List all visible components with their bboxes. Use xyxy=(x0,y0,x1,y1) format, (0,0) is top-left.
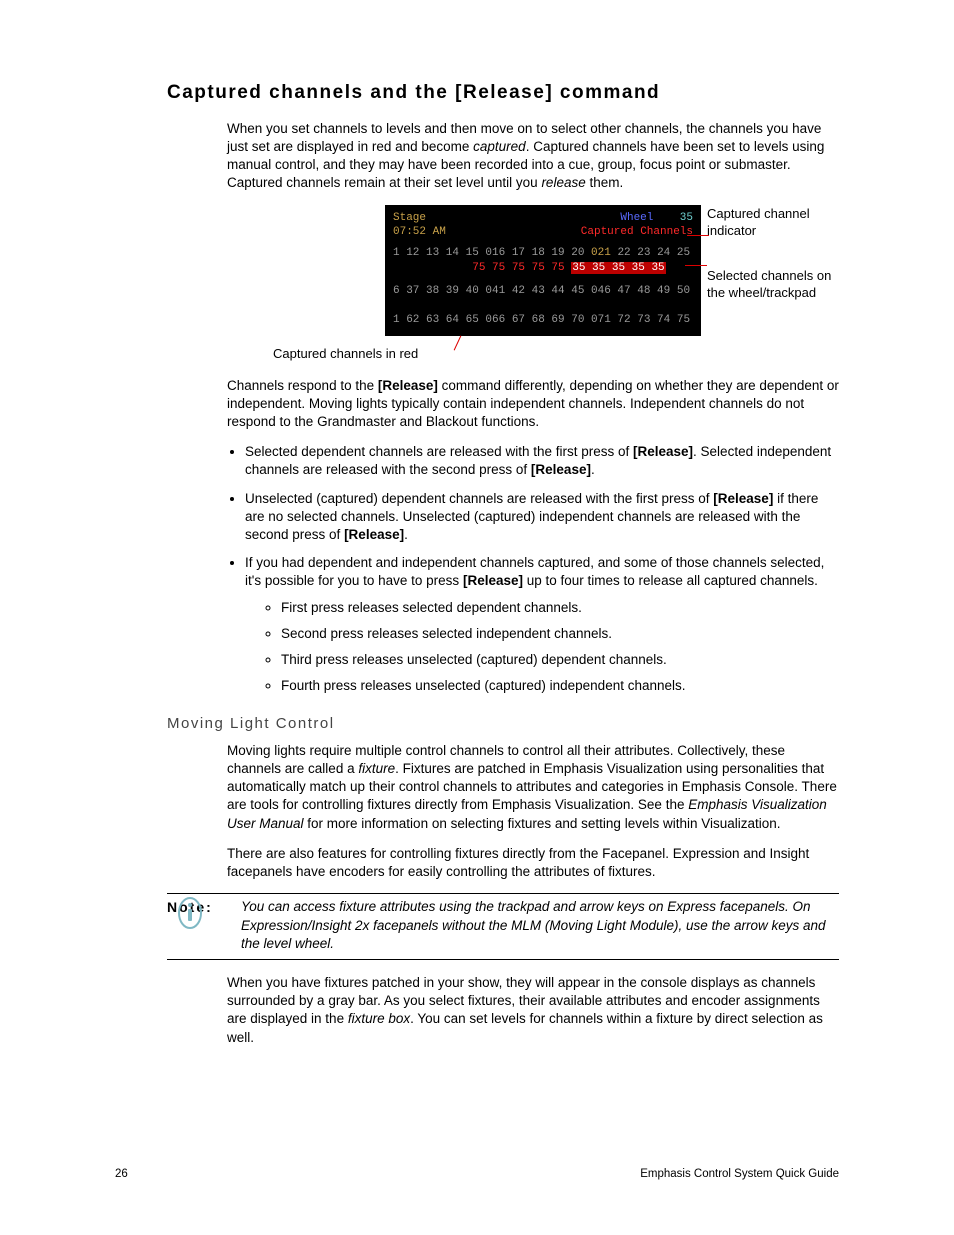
row1-rest: 22 23 24 25 xyxy=(611,247,690,259)
leader-line xyxy=(685,265,707,266)
row1-gold: 021 xyxy=(591,247,611,259)
subsection-heading: Moving Light Control xyxy=(167,714,839,734)
text: Selected dependent channels are released… xyxy=(245,444,633,459)
term-fixture: fixture xyxy=(358,761,395,776)
release-key: [Release] xyxy=(531,462,591,477)
text: Channels respond to the xyxy=(227,378,378,393)
note-rule-bottom xyxy=(167,959,839,960)
row1-nums: 1 12 13 14 15 016 17 18 19 20 xyxy=(393,247,591,259)
note-block: Note: You can access fixture attributes … xyxy=(167,898,839,953)
text: . xyxy=(591,462,595,477)
section-heading: Captured channels and the [Release] comm… xyxy=(167,80,839,106)
list-item: First press releases selected dependent … xyxy=(281,599,839,617)
moving-light-paragraph-2: There are also features for controlling … xyxy=(227,845,839,881)
text: . xyxy=(404,527,408,542)
list-item: Selected dependent channels are released… xyxy=(245,443,839,479)
list-item: Unselected (captured) dependent channels… xyxy=(245,490,839,545)
row1-levels: 75 75 75 75 75 xyxy=(393,262,571,274)
console-figure: Stage 07:52 AM Wheel 35 Captured Channel… xyxy=(227,205,839,365)
release-rules-list: Selected dependent channels are released… xyxy=(227,443,839,695)
row2-nums: 6 37 38 39 40 041 42 43 44 45 046 47 48 … xyxy=(393,284,693,299)
text: Unselected (captured) dependent channels… xyxy=(245,491,713,506)
wheel-value: 35 xyxy=(680,212,693,224)
row3-nums: 1 62 63 64 65 066 67 68 69 70 071 72 73 … xyxy=(393,313,693,328)
leader-line xyxy=(454,335,462,350)
moving-light-paragraph-1: Moving lights require multiple control c… xyxy=(227,742,839,833)
stage-label: Stage xyxy=(393,212,426,224)
row1-highlight: 35 35 35 35 35 xyxy=(571,262,665,274)
info-icon xyxy=(175,893,205,933)
leader-line xyxy=(687,235,709,236)
release-key: [Release] xyxy=(713,491,773,506)
text: for more information on selecting fixtur… xyxy=(304,816,781,831)
text: up to four times to release all captured… xyxy=(523,573,818,588)
callout-captured-indicator: Captured channel indicator xyxy=(707,205,817,240)
footer-title: Emphasis Control System Quick Guide xyxy=(640,1167,839,1183)
press-sequence-list: First press releases selected dependent … xyxy=(263,599,839,696)
callout-selected-channels: Selected channels on the wheel/trackpad xyxy=(707,267,837,302)
list-item: Second press releases selected independe… xyxy=(281,625,839,643)
list-item: If you had dependent and independent cha… xyxy=(245,554,839,695)
wheel-label: Wheel xyxy=(620,212,653,224)
console-screenshot: Stage 07:52 AM Wheel 35 Captured Channel… xyxy=(385,205,701,336)
text: them. xyxy=(586,175,624,190)
term-fixture-box: fixture box xyxy=(348,1011,410,1026)
time-label: 07:52 AM xyxy=(393,226,446,238)
fixture-display-paragraph: When you have fixtures patched in your s… xyxy=(227,974,839,1047)
release-key: [Release] xyxy=(344,527,404,542)
page-number: 26 xyxy=(115,1167,128,1183)
paragraph-release-behavior: Channels respond to the [Release] comman… xyxy=(227,377,839,432)
intro-paragraph: When you set channels to levels and then… xyxy=(227,120,839,193)
callout-captured-red: Captured channels in red xyxy=(273,345,418,363)
list-item: Fourth press releases unselected (captur… xyxy=(281,677,839,695)
term-captured: captured xyxy=(473,139,526,154)
note-rule-top xyxy=(167,893,839,894)
release-key: [Release] xyxy=(633,444,693,459)
list-item: Third press releases unselected (capture… xyxy=(281,651,839,669)
note-text: You can access fixture attributes using … xyxy=(241,898,839,953)
release-key: [Release] xyxy=(378,378,438,393)
term-release: release xyxy=(541,175,585,190)
release-key: [Release] xyxy=(463,573,523,588)
captured-channels-label: Captured Channels xyxy=(581,226,693,238)
